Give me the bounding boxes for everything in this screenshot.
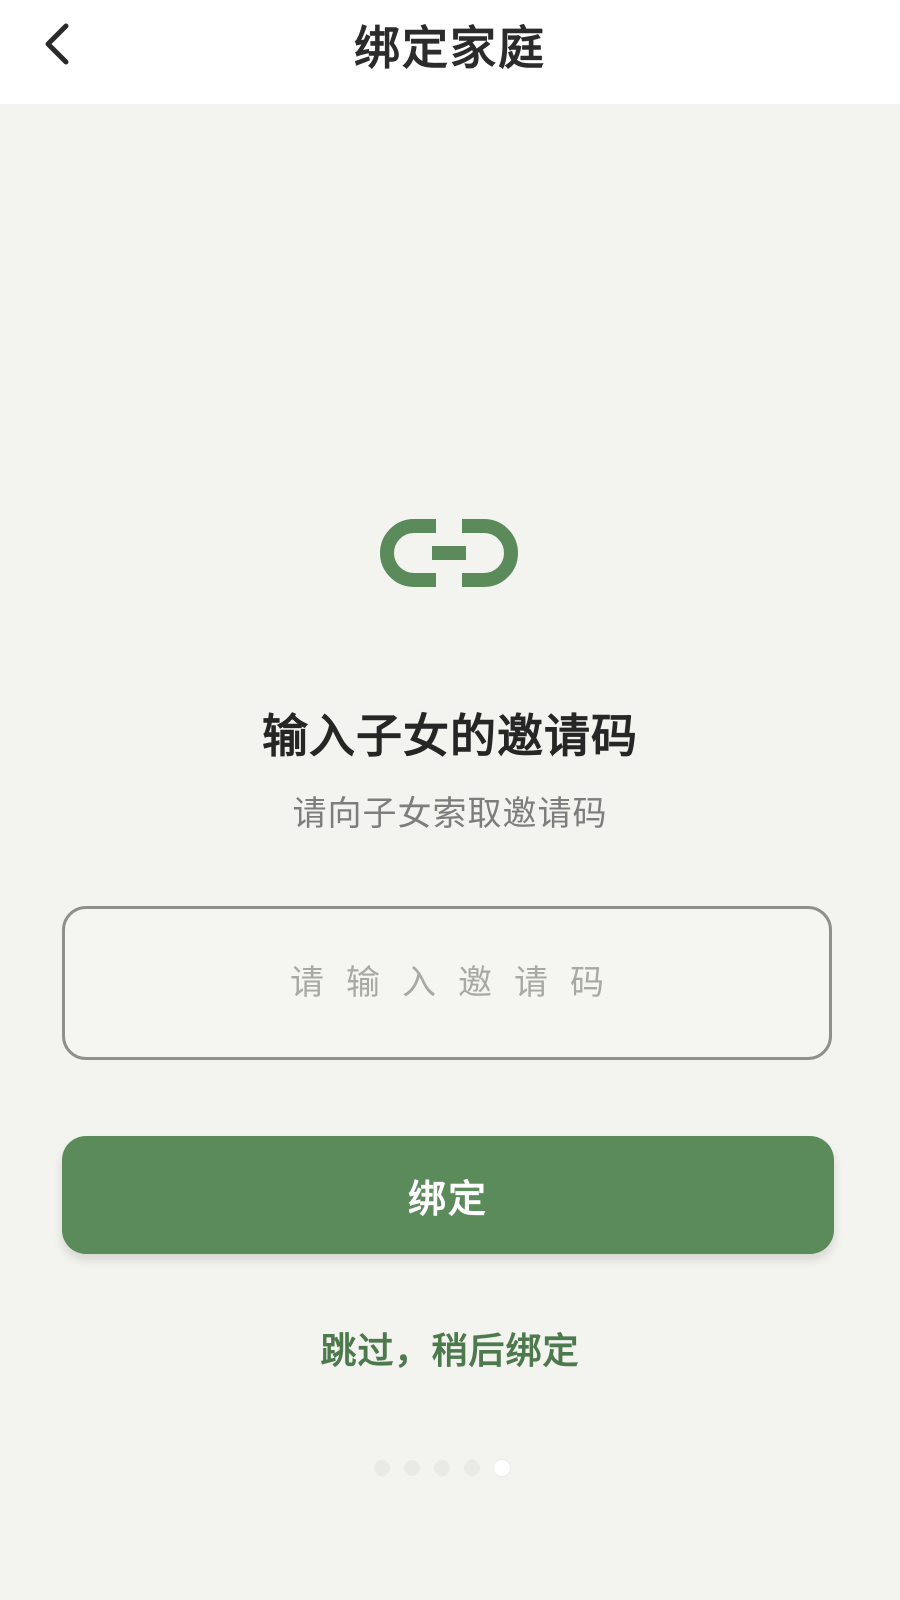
skip-bind-link[interactable]: 跳过，稍后绑定: [0, 1322, 900, 1374]
invite-title: 输入子女的邀请码: [262, 709, 638, 763]
invite-subtitle: 请向子女索取邀请码: [292, 794, 608, 834]
page-dot: [434, 1460, 450, 1476]
link-icon: [380, 519, 518, 587]
page-dot-active: [494, 1460, 510, 1476]
page-dot: [374, 1460, 390, 1476]
page-title: 绑定家庭: [354, 21, 546, 75]
page-dot: [464, 1460, 480, 1476]
invite-code-input[interactable]: [62, 906, 832, 1060]
page-dot: [404, 1460, 420, 1476]
top-bar: 绑定家庭: [0, 0, 900, 104]
page-indicator: [374, 1460, 510, 1476]
bind-button[interactable]: 绑定: [62, 1136, 834, 1254]
